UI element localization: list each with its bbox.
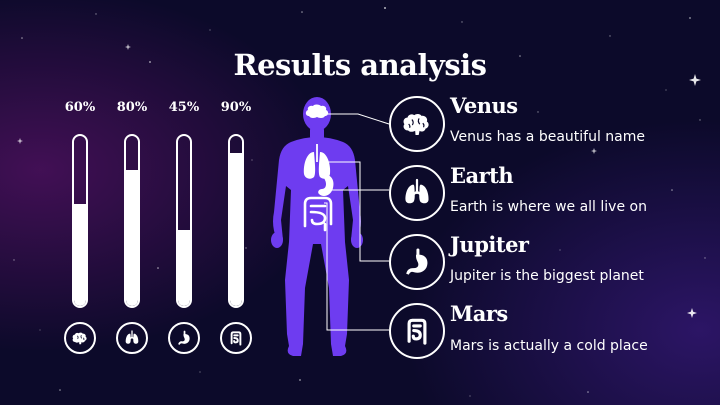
item-description-venus: Venus has a beautiful name [450, 129, 645, 145]
item-description-earth: Earth is where we all live on [450, 199, 647, 215]
item-description-mars: Mars is actually a cold place [450, 338, 648, 354]
item-title-earth: Earth [450, 163, 514, 188]
slide: Results analysis 60% 80% 45% 90% Venus V… [0, 0, 720, 405]
intestine-icon [389, 303, 445, 359]
lungs-icon [389, 165, 445, 221]
brain-icon [389, 96, 445, 152]
item-description-jupiter: Jupiter is the biggest planet [450, 268, 644, 284]
item-title-jupiter: Jupiter [450, 232, 529, 257]
item-title-mars: Mars [450, 301, 508, 326]
item-title-venus: Venus [450, 93, 518, 118]
stomach-icon [389, 234, 445, 290]
